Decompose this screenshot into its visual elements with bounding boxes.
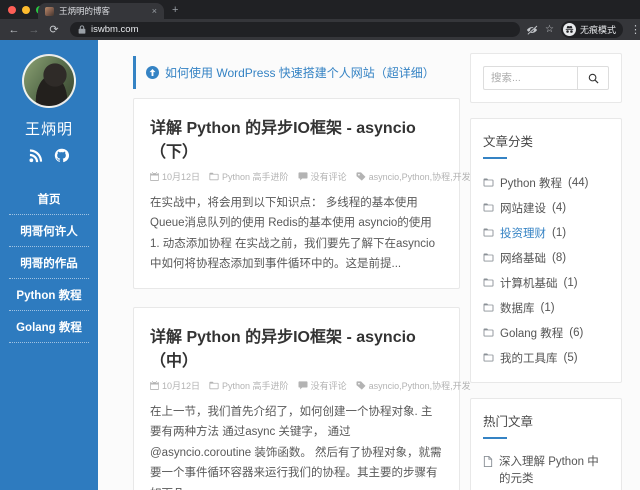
- browser-menu-icon[interactable]: ⋮: [630, 23, 640, 36]
- post-list: 如何使用 WordPress 快速搭建个人网站（超详细） 详解 Python 的…: [133, 56, 471, 490]
- post-meta: 10月12日 Python 高手进阶 没有评论 asyncio,Python,协…: [150, 379, 471, 392]
- category-item[interactable]: Python 教程 (44): [483, 170, 609, 195]
- calendar-icon: [150, 380, 159, 390]
- title-accent-rule: [483, 157, 507, 159]
- post-date: 10月12日: [162, 380, 201, 391]
- tag-icon: [356, 381, 366, 390]
- minimize-window-button[interactable]: [22, 6, 30, 14]
- category-item[interactable]: 我的工具库 (5): [483, 345, 609, 370]
- reload-icon[interactable]: ⟳: [44, 23, 64, 36]
- folder-icon: [483, 303, 494, 312]
- post-title[interactable]: 详解 Python 的异步IO框架 - asyncio（下）: [150, 114, 443, 162]
- post-comments[interactable]: 没有评论: [311, 170, 347, 183]
- widget-sidebar: 文章分类 Python 教程(44) 网站建设(4) 投资理财(1) 网络基础(…: [470, 53, 622, 490]
- tag-icon: [356, 172, 366, 181]
- sidebar-item-python[interactable]: Python 教程: [9, 279, 89, 311]
- hot-post-item[interactable]: 深入理解 Python 中的元类: [483, 450, 609, 490]
- sidebar-item-home[interactable]: 首页: [9, 183, 89, 215]
- calendar-icon: [150, 172, 159, 181]
- back-icon[interactable]: ←: [4, 24, 24, 36]
- avatar[interactable]: [22, 54, 76, 108]
- bookmark-star-icon[interactable]: ☆: [545, 24, 554, 35]
- category-item[interactable]: 数据库 (1): [483, 295, 609, 320]
- category-item-active[interactable]: 投资理财 (1): [483, 220, 609, 245]
- folder-icon: [209, 172, 219, 181]
- rss-icon[interactable]: [29, 148, 44, 163]
- incognito-avatar-icon: [562, 23, 576, 36]
- category-item[interactable]: 网络基础 (8): [483, 245, 609, 270]
- folder-icon: [483, 353, 494, 362]
- post-meta: 10月12日 Python 高手进阶 没有评论 asyncio,Python,协…: [150, 170, 471, 183]
- tab-title: 王炳明的博客: [59, 6, 111, 16]
- category-item[interactable]: 网站建设 (4): [483, 195, 609, 220]
- browser-tab[interactable]: 王炳明的博客 ×: [38, 3, 164, 19]
- category-item[interactable]: 计算机基础 (1): [483, 270, 609, 295]
- comment-icon: [298, 381, 308, 390]
- forward-icon[interactable]: →: [24, 24, 44, 36]
- incognito-profile-chip[interactable]: 无痕模式: [560, 21, 623, 38]
- post-tags[interactable]: asyncio,Python,协程,开发: [369, 379, 471, 392]
- post-category[interactable]: Python 高手进阶: [222, 379, 289, 392]
- folder-icon: [483, 178, 494, 187]
- pinned-post-title[interactable]: 如何使用 WordPress 快速搭建个人网站（超详细）: [165, 64, 435, 81]
- post-category[interactable]: Python 高手进阶: [222, 170, 289, 183]
- site-author-name: 王炳明: [24, 121, 73, 138]
- sidebar-item-works[interactable]: 明哥的作品: [9, 247, 89, 279]
- document-icon: [483, 456, 493, 467]
- search-icon: [588, 73, 599, 84]
- categories-title: 文章分类: [483, 135, 534, 149]
- sidebar-item-golang[interactable]: Golang 教程: [9, 311, 89, 343]
- post-card: 详解 Python 的异步IO框架 - asyncio（下） 10月12日 Py…: [133, 98, 471, 289]
- sidebar-item-about[interactable]: 明哥何许人: [9, 215, 89, 247]
- folder-icon: [483, 228, 494, 237]
- post-excerpt: 在上一节，我们首先介绍了，如何创建一个协程对象. 主要有两种方法 通过async…: [150, 405, 442, 490]
- pinned-arrow-icon: [146, 66, 159, 79]
- post-title[interactable]: 详解 Python 的异步IO框架 - asyncio（中）: [150, 323, 443, 371]
- site-sidebar: 王炳明 首页 明哥何许人 明哥的作品 Python 教程 Golang 教程: [0, 40, 98, 490]
- new-tab-button[interactable]: +: [172, 4, 178, 16]
- categories-widget: 文章分类 Python 教程 (44) 网站建设 (4) 投资理财 (1) 网络基础(…: [470, 118, 622, 383]
- search-widget: [470, 53, 622, 103]
- search-button[interactable]: [577, 66, 609, 90]
- post-date: 10月12日: [162, 172, 201, 182]
- github-icon[interactable]: [54, 148, 69, 163]
- close-tab-icon[interactable]: ×: [152, 6, 157, 16]
- sidebar-nav: 首页 明哥何许人 明哥的作品 Python 教程 Golang 教程: [0, 183, 98, 343]
- url-text: iswbm.com: [91, 24, 139, 35]
- site-favicon: [45, 6, 54, 16]
- folder-icon: [483, 253, 494, 262]
- category-item[interactable]: Golang 教程 (6): [483, 320, 609, 345]
- post-excerpt: 在实战中，将会用到以下知识点： 多线程的基本使用 Queue消息队列的使用 Re…: [150, 197, 435, 271]
- eye-blocked-icon[interactable]: [526, 24, 538, 35]
- hot-posts-title: 热门文章: [483, 415, 534, 429]
- browser-window: 王炳明的博客 × + ← → ⟳ iswbm.com ☆ 无痕模式 ⋮ 王炳明 …: [0, 0, 640, 490]
- title-accent-rule: [483, 437, 507, 439]
- close-window-button[interactable]: [8, 6, 16, 14]
- incognito-label: 无痕模式: [579, 25, 616, 35]
- post-card: 详解 Python 的异步IO框架 - asyncio（中） 10月12日 Py…: [133, 306, 471, 490]
- post-comments[interactable]: 没有评论: [311, 379, 347, 392]
- folder-icon: [209, 381, 219, 390]
- search-input[interactable]: [483, 66, 577, 90]
- folder-icon: [483, 203, 494, 212]
- address-bar[interactable]: iswbm.com: [70, 22, 520, 37]
- hot-posts-widget: 热门文章 深入理解 Python 中的元类 如何使用 WordPress 快速搭…: [470, 398, 622, 490]
- social-icons: [0, 148, 98, 163]
- page-body: 王炳明 首页 明哥何许人 明哥的作品 Python 教程 Golang 教程 如…: [0, 40, 640, 490]
- tab-strip: 王炳明的博客 × +: [0, 0, 640, 19]
- browser-toolbar: ← → ⟳ iswbm.com ☆ 无痕模式 ⋮: [0, 19, 640, 40]
- comment-icon: [298, 172, 308, 181]
- lock-icon: [78, 25, 86, 34]
- folder-icon: [483, 328, 494, 337]
- post-tags[interactable]: asyncio,Python,协程,开发: [369, 170, 471, 183]
- toolbar-right: ☆ 无痕模式 ⋮: [526, 21, 640, 38]
- folder-icon: [483, 278, 494, 287]
- pinned-post[interactable]: 如何使用 WordPress 快速搭建个人网站（超详细）: [133, 56, 460, 89]
